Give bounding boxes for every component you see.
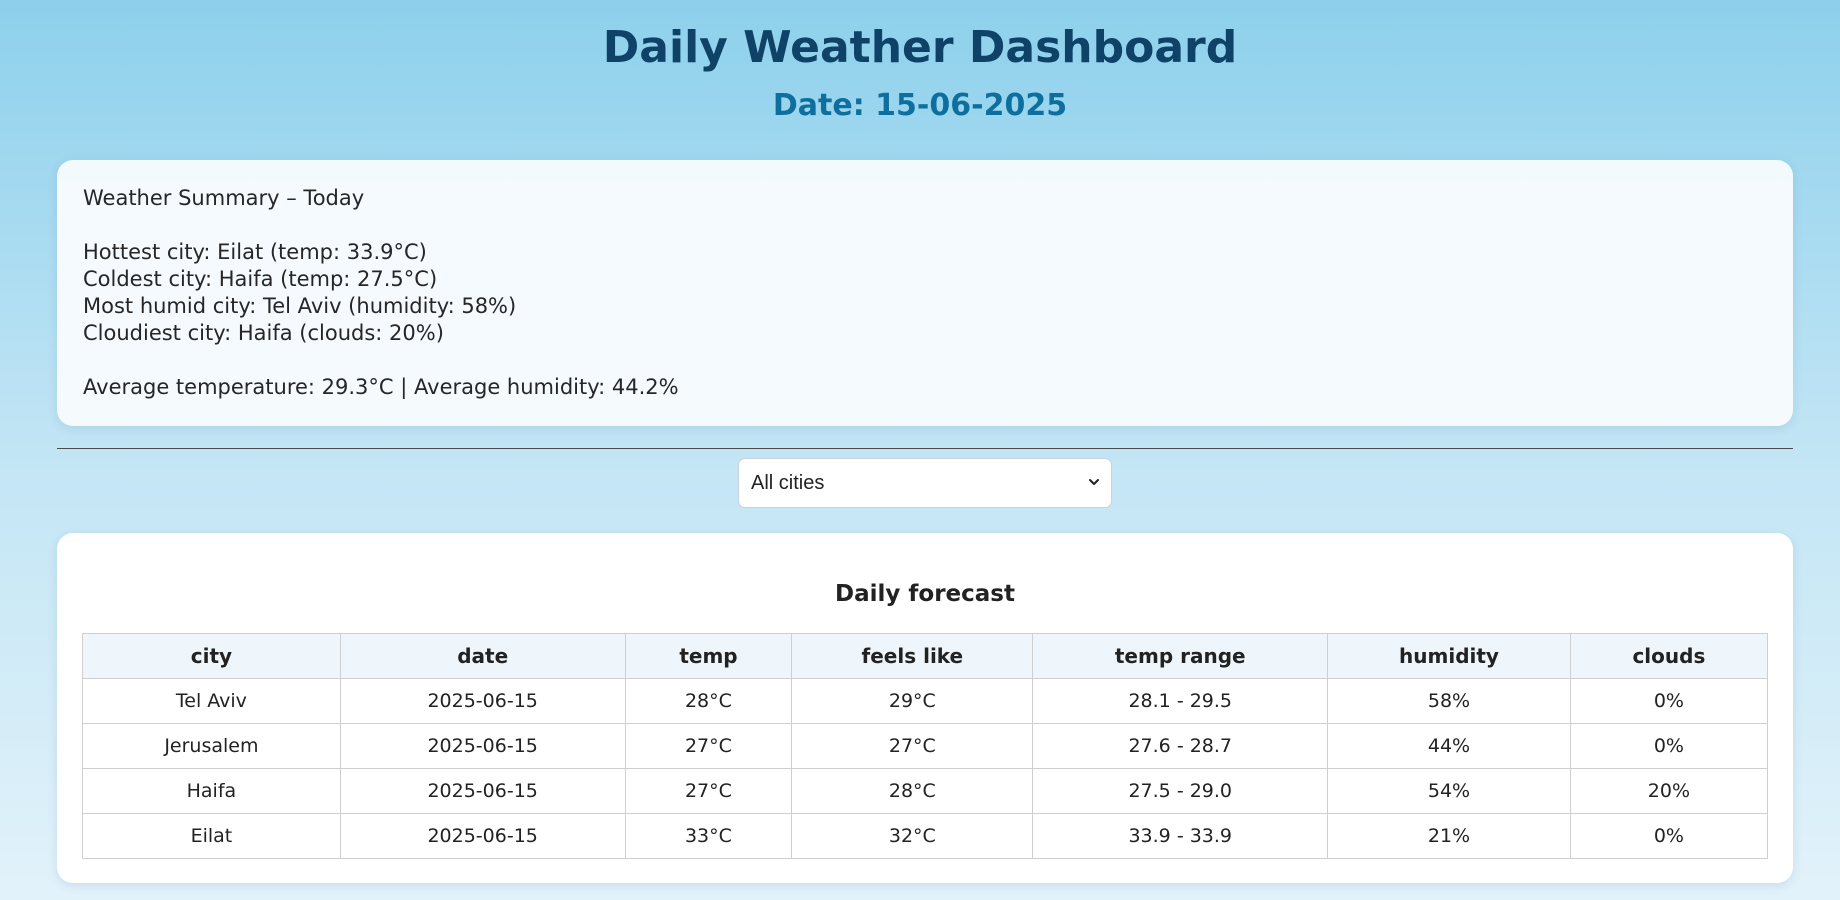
summary-most-humid: Most humid city: Tel Aviv (humidity: 58%…: [83, 294, 517, 318]
forecast-title: Daily forecast: [835, 581, 1015, 607]
cell-feels-like: 29°C: [791, 678, 1034, 724]
cell-feels-like: 27°C: [791, 723, 1034, 769]
cell-temp-range: 33.9 - 33.9: [1032, 813, 1329, 859]
cell-temp: 28°C: [624, 678, 793, 724]
cell-date: 2025-06-15: [339, 678, 626, 724]
cell-temp: 33°C: [624, 813, 793, 859]
column-header-date: date: [339, 633, 626, 679]
table-row: Eilat 2025-06-15 33°C 32°C 33.9 - 33.9 2…: [82, 813, 1769, 859]
page-date: Date: 15-06-2025: [772, 88, 1068, 123]
cell-city: Eilat: [82, 813, 341, 859]
cell-temp: 27°C: [624, 768, 793, 814]
cell-feels-like: 32°C: [791, 813, 1034, 859]
cell-clouds: 0%: [1569, 678, 1769, 724]
city-select[interactable]: All cities: [739, 459, 1111, 507]
table-header-row: city date temp feels like temp range hum…: [82, 633, 1769, 679]
column-header-clouds: clouds: [1569, 633, 1769, 679]
cell-city: Tel Aviv: [82, 678, 341, 724]
column-header-feels-like: feels like: [791, 633, 1034, 679]
table-row: Tel Aviv 2025-06-15 28°C 29°C 28.1 - 29.…: [82, 678, 1769, 724]
table-row: Haifa 2025-06-15 27°C 28°C 27.5 - 29.0 5…: [82, 768, 1769, 814]
cell-humidity: 58%: [1327, 678, 1571, 724]
cell-temp-range: 28.1 - 29.5: [1032, 678, 1329, 724]
summary-hottest: Hottest city: Eilat (temp: 33.9°C): [83, 240, 427, 264]
summary-spacer: [83, 347, 1767, 374]
summary-spacer: [83, 212, 1767, 239]
cell-humidity: 21%: [1327, 813, 1571, 859]
cell-city: Jerusalem: [82, 723, 341, 769]
column-header-humidity: humidity: [1327, 633, 1571, 679]
column-header-city: city: [82, 633, 341, 679]
cell-clouds: 0%: [1569, 723, 1769, 769]
cell-temp-range: 27.6 - 28.7: [1032, 723, 1329, 769]
cell-temp-range: 27.5 - 29.0: [1032, 768, 1329, 814]
summary-heading: Weather Summary – Today: [83, 186, 365, 210]
cell-clouds: 20%: [1569, 768, 1769, 814]
summary-averages: Average temperature: 29.3°C | Average hu…: [83, 375, 679, 399]
cell-humidity: 54%: [1327, 768, 1571, 814]
column-header-temp-range: temp range: [1032, 633, 1329, 679]
cell-temp: 27°C: [624, 723, 793, 769]
weather-summary-card: Weather Summary – Today Hottest city: Ei…: [57, 160, 1793, 426]
cell-date: 2025-06-15: [339, 813, 626, 859]
summary-coldest: Coldest city: Haifa (temp: 27.5°C): [83, 267, 438, 291]
forecast-table: city date temp feels like temp range hum…: [82, 633, 1769, 859]
cell-clouds: 0%: [1569, 813, 1769, 859]
cell-date: 2025-06-15: [339, 768, 626, 814]
cell-feels-like: 28°C: [791, 768, 1034, 814]
cell-date: 2025-06-15: [339, 723, 626, 769]
table-row: Jerusalem 2025-06-15 27°C 27°C 27.6 - 28…: [82, 723, 1769, 769]
city-filter-dropdown[interactable]: All cities: [738, 458, 1112, 508]
column-header-temp: temp: [624, 633, 793, 679]
summary-cloudiest: Cloudiest city: Haifa (clouds: 20%): [83, 321, 444, 345]
page-title: Daily Weather Dashboard: [602, 22, 1238, 73]
section-divider: [57, 448, 1793, 449]
cell-humidity: 44%: [1327, 723, 1571, 769]
daily-forecast-card: Daily forecast city date temp feels like…: [57, 533, 1793, 883]
cell-city: Haifa: [82, 768, 341, 814]
